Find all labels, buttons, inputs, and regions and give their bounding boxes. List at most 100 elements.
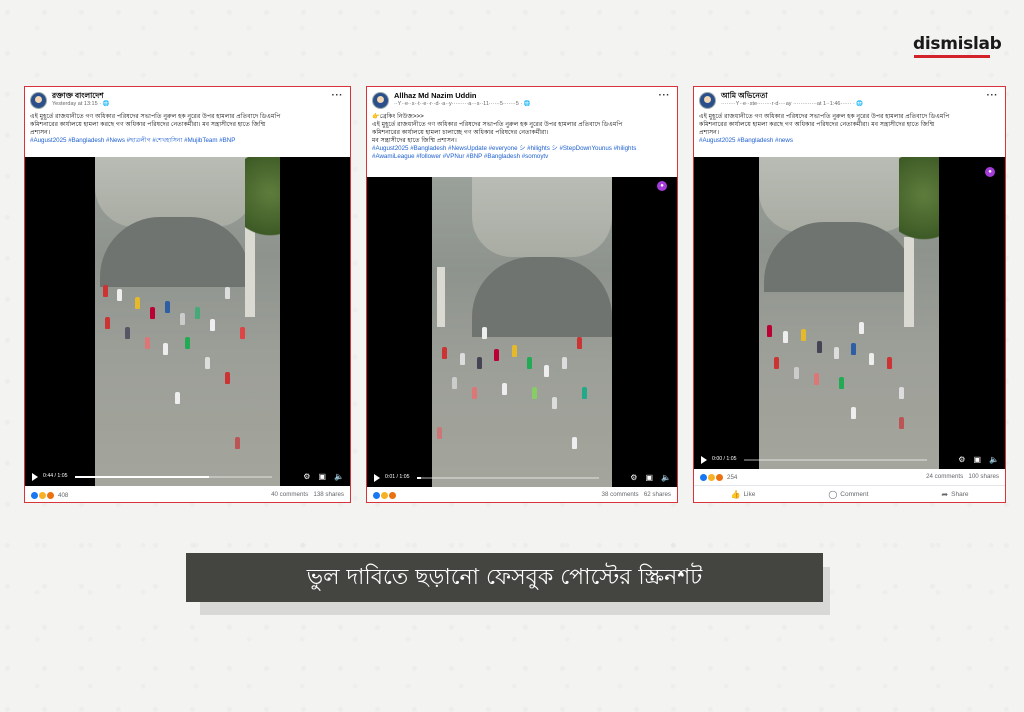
share-label: Share <box>951 490 969 498</box>
post-text: এই মুহূর্তে রাজধানীতে গণ অধিকার পরিষদের … <box>30 113 345 145</box>
post-text: এই মুহূর্তে রাজধানীতে গণ অধিকার পরিষদের … <box>699 113 1000 145</box>
building-roof <box>472 177 612 257</box>
author-name[interactable]: Allhaz Md Nazim Uddin <box>394 91 477 100</box>
hashtags[interactable]: #August2025 #Bangladesh #news <box>699 137 1000 145</box>
post-text-line: এই মুহূর্তে রাজধানীতে গণ অধিকার পরিষদের … <box>30 113 281 120</box>
speech-bubble-icon: ◯ <box>828 489 838 499</box>
reactions[interactable]: 254 <box>699 473 737 482</box>
comment-count[interactable]: 40 comments <box>271 491 308 498</box>
video-progress-bar[interactable] <box>744 459 927 461</box>
facebook-post-1: রক্তাক্ত বাংলাদেশ Yesterday at 13:15 · 🌐… <box>24 86 351 503</box>
video-icons: ⚙ ▣ 🔈 <box>303 472 344 481</box>
video-badge-icon: ● <box>985 167 995 177</box>
caption-banner: ভুল দাবিতে ছড়ানো ফেসবুক পোস্টের স্ক্রিন… <box>186 553 823 602</box>
video-icons: ⚙ ▣ 🔈 <box>958 455 999 464</box>
avatar[interactable] <box>372 92 389 109</box>
comment-share-counts: 40 comments 138 shares <box>271 491 344 498</box>
share-count[interactable]: 62 shares <box>644 491 671 498</box>
post-text-line: 👉ব্রেকিং নিউজ>>> <box>372 113 424 120</box>
post-actions: 👍 Like ◯ Comment ➦ Share <box>694 485 1005 502</box>
like-label: Like <box>743 490 756 498</box>
avatar[interactable] <box>30 92 47 109</box>
tree <box>899 157 939 252</box>
share-count[interactable]: 138 shares <box>313 491 344 498</box>
post-text-line: এই মুহূর্তে রাজধানীতে গণ অধিকার পরিষদের … <box>372 121 623 128</box>
avatar[interactable] <box>699 92 716 109</box>
hashtags[interactable]: #August2025 #Bangladesh #News #ছাত্রলীগ … <box>30 137 345 145</box>
building-roof <box>759 157 919 232</box>
post-text-line: কমিশনারের কার্যালয়ে হামলা চালাচ্ছে গণ অ… <box>372 129 549 136</box>
post-stats: 408 40 comments 138 shares <box>25 488 350 502</box>
video-frame <box>759 157 939 469</box>
share-arrow-icon: ➦ <box>941 489 949 499</box>
comment-button[interactable]: ◯ Comment <box>828 490 868 499</box>
video-frame <box>95 157 280 486</box>
facebook-post-3: আমি অভিনেতা ········Y··e··ste········r·d… <box>693 86 1006 503</box>
post-text-line: প্রশাসন। <box>699 129 720 136</box>
play-icon[interactable] <box>374 474 380 482</box>
post-stats: 38 comments 62 shares <box>367 488 677 502</box>
angry-reaction-icon <box>388 491 397 500</box>
volume-icon[interactable]: 🔈 <box>989 455 999 464</box>
angry-reaction-icon <box>715 473 724 482</box>
thumbs-up-icon: 👍 <box>730 489 741 499</box>
tree <box>245 157 280 247</box>
play-icon[interactable] <box>701 456 707 464</box>
pip-icon[interactable]: ▣ <box>973 455 981 464</box>
comment-share-counts: 24 comments 100 shares <box>926 473 999 480</box>
share-button[interactable]: ➦ Share <box>941 490 968 499</box>
post-text-line: কমিশনারের কার্যালয়ে হামলা করছে গণ অধিকা… <box>30 121 266 128</box>
reactions[interactable] <box>372 491 400 500</box>
video-icons: ⚙ ▣ 🔈 <box>630 473 671 482</box>
play-icon[interactable] <box>32 473 38 481</box>
brand-logo: dismislab <box>913 34 1002 54</box>
comment-label: Comment <box>840 490 869 498</box>
settings-icon[interactable]: ⚙ <box>303 472 310 481</box>
post-text: 👉ব্রেকিং নিউজ>>> এই মুহূর্তে রাজধানীতে গ… <box>372 113 672 161</box>
post-text-line: এই মুহূর্তে রাজধানীতে গণ অধিকার পরিষদের … <box>699 113 950 120</box>
more-options-icon[interactable]: ··· <box>659 90 671 101</box>
video-time: 0:44 / 1:05 <box>43 473 68 479</box>
reaction-count: 254 <box>727 474 738 481</box>
video-controls: 0:44 / 1:05 ⚙ ▣ 🔈 <box>25 470 350 484</box>
post-text-line: কমিশনারের কার্যালয়ে হামলা করছে গণ অধিকা… <box>699 121 935 128</box>
video-player[interactable]: ● 0:00 / 1:05 ⚙ ▣ 🔈 <box>694 157 1005 469</box>
video-frame <box>432 177 612 487</box>
settings-icon[interactable]: ⚙ <box>630 473 637 482</box>
video-time: 0:00 / 1:05 <box>712 456 737 462</box>
video-player[interactable]: 0:44 / 1:05 ⚙ ▣ 🔈 <box>25 157 350 486</box>
video-controls: 0:01 / 1:05 ⚙ ▣ 🔈 <box>367 471 677 485</box>
like-button[interactable]: 👍 Like <box>730 490 755 499</box>
video-time: 0:01 / 1:05 <box>385 474 410 480</box>
volume-icon[interactable]: 🔈 <box>661 473 671 482</box>
video-progress-bar[interactable] <box>75 476 272 478</box>
post-stats: 254 24 comments 100 shares <box>694 470 1005 484</box>
pip-icon[interactable]: ▣ <box>645 473 653 482</box>
more-options-icon[interactable]: ··· <box>987 90 999 101</box>
angry-reaction-icon <box>46 491 55 500</box>
settings-icon[interactable]: ⚙ <box>958 455 965 464</box>
post-header: আমি অভিনেতা ········Y··e··ste········r·d… <box>694 87 1005 157</box>
reactions[interactable]: 408 <box>30 491 68 500</box>
logo-underline <box>914 55 990 58</box>
video-badge-icon: ● <box>657 181 667 191</box>
crowd <box>759 317 939 467</box>
post-text-line: মব সন্ত্রাসীদের হাতে জিম্মি প্রশাসন। <box>372 137 457 144</box>
video-progress-fill <box>75 476 209 478</box>
volume-icon[interactable]: 🔈 <box>334 472 344 481</box>
crowd <box>432 317 612 487</box>
post-text-line: প্রশাসন। <box>30 129 51 136</box>
video-player[interactable]: ● 0:01 / 1:05 ⚙ ▣ 🔈 <box>367 177 677 487</box>
video-progress-bar[interactable] <box>417 477 599 479</box>
more-options-icon[interactable]: ··· <box>332 90 344 101</box>
pip-icon[interactable]: ▣ <box>318 472 326 481</box>
video-progress-fill <box>417 477 421 479</box>
comment-count[interactable]: 24 comments <box>926 473 963 480</box>
video-controls: 0:00 / 1:05 ⚙ ▣ 🔈 <box>694 453 1005 467</box>
post-header: রক্তাক্ত বাংলাদেশ Yesterday at 13:15 · 🌐… <box>25 87 350 157</box>
building-arch <box>764 222 914 292</box>
hashtags[interactable]: #August2025 #Bangladesh #NewsUpdate #eve… <box>372 145 672 161</box>
crowd <box>95 277 280 477</box>
share-count[interactable]: 100 shares <box>968 473 999 480</box>
comment-count[interactable]: 38 comments <box>602 491 639 498</box>
